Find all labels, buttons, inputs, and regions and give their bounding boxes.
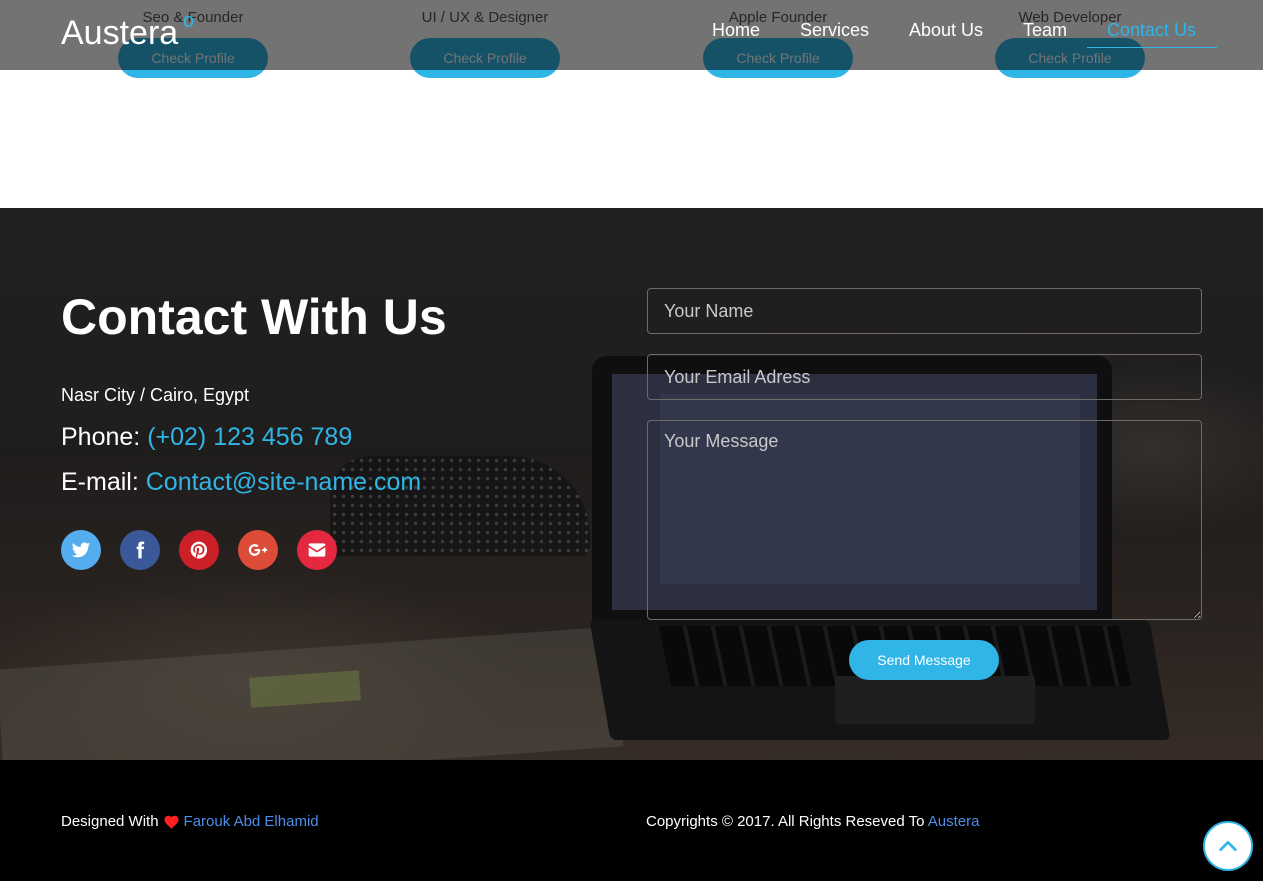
phone-label: Phone: [61, 423, 141, 451]
email-link[interactable]: Contact@site-name.com [146, 468, 421, 496]
copyright-prefix: Copyrights © 2017. All Rights Reseved To [646, 813, 925, 830]
nav-item-home[interactable]: Home [712, 19, 760, 41]
copyright-brand-link[interactable]: Austera [928, 813, 980, 830]
address-text: Nasr City / Cairo, Egypt [61, 385, 250, 405]
name-input[interactable] [647, 288, 1202, 334]
designer-link[interactable]: Farouk Abd Elhamid [184, 813, 319, 830]
nav-item-services[interactable]: Services [800, 19, 869, 41]
phone-link[interactable]: (+02) 123 456 789 [147, 423, 352, 451]
facebook-icon[interactable] [120, 530, 160, 570]
nav-item-contact-us[interactable]: Contact Us [1107, 19, 1196, 41]
contact-title: Contact With Us [61, 289, 447, 345]
email-input[interactable] [647, 354, 1202, 400]
heart-icon [163, 814, 180, 829]
contact-section: Contact With Us Nasr City / Cairo, Egypt… [0, 208, 1263, 760]
copyright-text: Copyrights © 2017. All Rights Reseved To… [646, 813, 979, 830]
brand-mark: o [183, 10, 195, 32]
chevron-up-icon [1219, 840, 1237, 852]
designer-credit: Designed With Farouk Abd Elhamid [61, 813, 319, 830]
nav-item-about-us[interactable]: About Us [909, 19, 983, 41]
scroll-to-top-button[interactable] [1203, 821, 1253, 871]
footer: Designed With Farouk Abd Elhamid Copyrig… [0, 760, 1263, 881]
envelope-icon[interactable] [297, 530, 337, 570]
brand-logo[interactable]: Austera [61, 14, 178, 53]
active-nav-underline [1087, 47, 1217, 48]
send-message-button[interactable]: Send Message [849, 640, 999, 680]
pinterest-icon[interactable] [179, 530, 219, 570]
phone-row: Phone: (+02) 123 456 789 [61, 423, 352, 452]
designed-with-text: Designed With [61, 813, 159, 830]
message-textarea[interactable] [647, 420, 1202, 620]
navbar: Austera o Home Services About Us Team Co… [0, 0, 1263, 70]
email-row: E-mail: Contact@site-name.com [61, 468, 421, 497]
google-plus-icon[interactable] [238, 530, 278, 570]
twitter-icon[interactable] [61, 530, 101, 570]
email-label: E-mail: [61, 468, 139, 496]
nav-item-team[interactable]: Team [1023, 19, 1067, 41]
